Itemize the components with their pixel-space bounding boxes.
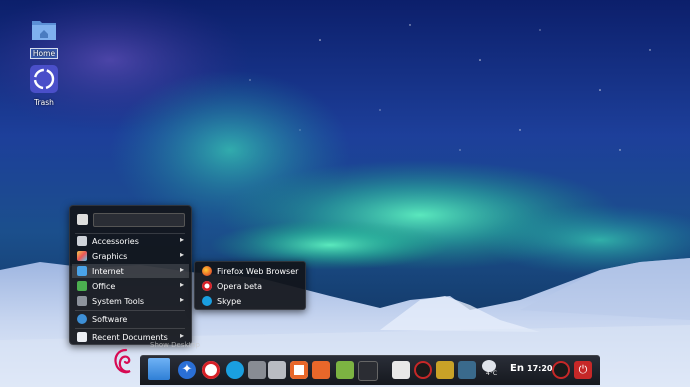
- search-input[interactable]: [93, 213, 185, 227]
- menu-item-label: Internet: [92, 266, 124, 276]
- menu-item-label: Office: [92, 281, 116, 291]
- system-monitor-icon[interactable]: [414, 361, 432, 379]
- menu-item-label: System Tools: [92, 296, 145, 306]
- menu-item-internet[interactable]: Internet ▸: [72, 264, 189, 278]
- chevron-right-icon: ▸: [179, 265, 184, 274]
- accessories-icon: [77, 236, 87, 246]
- text-editor-icon[interactable]: [392, 361, 410, 379]
- internet-icon: [77, 266, 87, 276]
- notification-icon[interactable]: [552, 361, 570, 379]
- menu-divider: [75, 310, 185, 311]
- submenu-item-skype[interactable]: Skype: [197, 294, 303, 308]
- show-desktop-button[interactable]: [148, 358, 170, 380]
- trash-icon: [30, 65, 58, 93]
- internet-submenu: Firefox Web Browser Opera beta Skype: [194, 261, 306, 310]
- menu-search-bar: [75, 211, 185, 229]
- menu-item-office[interactable]: Office ▸: [72, 279, 189, 293]
- menu-item-label: Software: [92, 314, 128, 324]
- opera-icon: [202, 281, 212, 291]
- search-icon: [77, 214, 88, 225]
- settings-icon[interactable]: [268, 361, 286, 379]
- debian-logo-icon[interactable]: [112, 347, 136, 377]
- power-icon[interactable]: ⏻: [574, 361, 592, 379]
- accessibility-icon[interactable]: ✦: [178, 361, 196, 379]
- chevron-right-icon: ▸: [179, 280, 184, 289]
- submenu-item-opera[interactable]: Opera beta: [197, 279, 303, 293]
- recent-documents-icon: [77, 332, 87, 342]
- clock[interactable]: 17:20: [527, 364, 552, 373]
- chevron-right-icon: ▸: [179, 235, 184, 244]
- application-menu: Accessories ▸ Graphics ▸ Internet ▸ Offi…: [69, 205, 192, 345]
- submenu-item-label: Firefox Web Browser: [217, 266, 299, 276]
- photo-viewer-icon[interactable]: [458, 361, 476, 379]
- keyboard-layout-indicator[interactable]: En: [510, 363, 524, 374]
- file-manager-icon[interactable]: [336, 361, 354, 379]
- desktop-icon-label: Home: [29, 48, 59, 59]
- graphics-icon: [77, 251, 87, 261]
- menu-item-label: Accessories: [92, 236, 139, 246]
- menu-item-software[interactable]: Software: [72, 312, 189, 326]
- opera-launcher-icon[interactable]: [202, 361, 220, 379]
- system-tools-icon: [77, 296, 87, 306]
- skype-icon: [202, 296, 212, 306]
- help-icon[interactable]: [248, 361, 266, 379]
- desktop-icon-trash[interactable]: Trash: [24, 64, 64, 107]
- weather-temperature: 4°C: [486, 370, 498, 377]
- submenu-item-label: Skype: [217, 296, 242, 306]
- submenu-item-firefox[interactable]: Firefox Web Browser: [197, 264, 303, 278]
- submenu-item-label: Opera beta: [217, 281, 263, 291]
- firefox-icon: [202, 266, 212, 276]
- chevron-right-icon: ▸: [179, 331, 184, 340]
- chevron-right-icon: ▸: [179, 250, 184, 259]
- terminal-icon[interactable]: [358, 361, 378, 381]
- image-viewer-icon[interactable]: [436, 361, 454, 379]
- show-desktop-tooltip: Show Desktop: [150, 341, 200, 349]
- office-icon: [77, 281, 87, 291]
- software-icon: [77, 314, 87, 324]
- software-center-icon[interactable]: [312, 361, 330, 379]
- menu-divider: [75, 328, 185, 329]
- firefox-launcher-icon[interactable]: [290, 361, 308, 379]
- home-folder-icon: [32, 21, 56, 40]
- desktop-icon-label: Trash: [34, 98, 54, 107]
- menu-item-system-tools[interactable]: System Tools ▸: [72, 294, 189, 308]
- chevron-right-icon: ▸: [179, 295, 184, 304]
- menu-item-graphics[interactable]: Graphics ▸: [72, 249, 189, 263]
- desktop-icon-home[interactable]: Home: [24, 14, 64, 59]
- menu-item-label: Graphics: [92, 251, 128, 261]
- skype-launcher-icon[interactable]: [226, 361, 244, 379]
- menu-item-accessories[interactable]: Accessories ▸: [72, 234, 189, 248]
